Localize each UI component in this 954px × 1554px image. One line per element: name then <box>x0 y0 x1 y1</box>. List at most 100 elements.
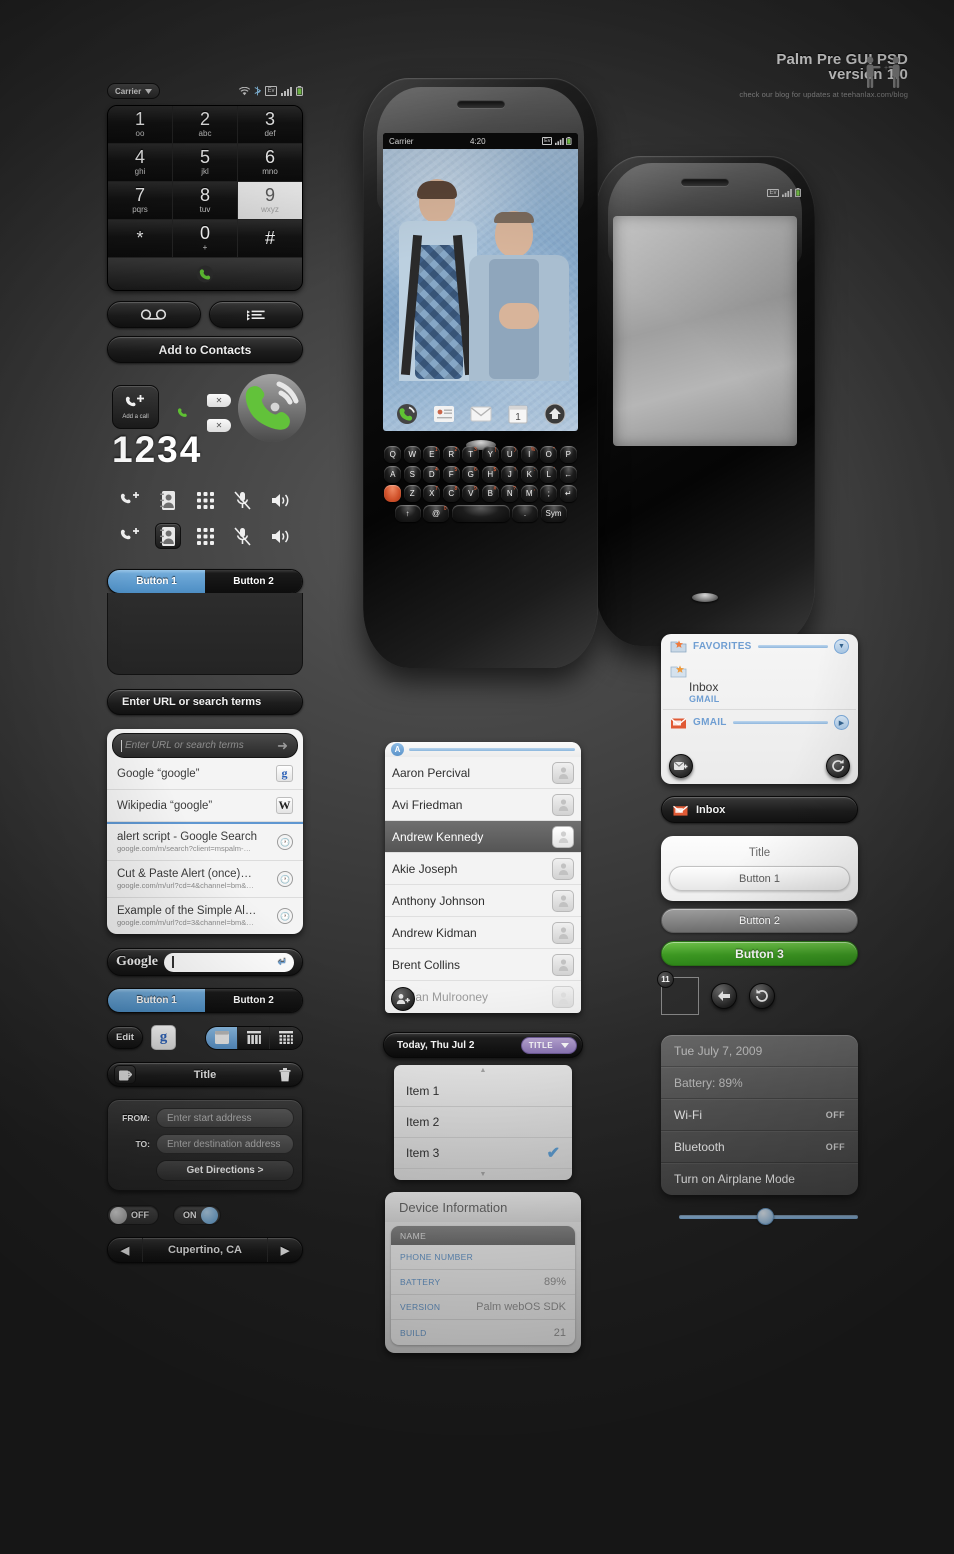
tab2-button-1[interactable]: Button 1 <box>108 989 205 1012</box>
device-info-row[interactable]: PHONE NUMBER <box>391 1245 575 1270</box>
prev-icon[interactable]: ◀ <box>108 1244 142 1257</box>
toggle-on[interactable]: ON <box>173 1205 221 1225</box>
dialpad-icon[interactable] <box>192 487 218 513</box>
scroll-up-icon[interactable]: ▲ <box>394 1065 572 1076</box>
panel-button-2[interactable]: Button 2 <box>661 908 858 933</box>
contact-row[interactable]: Andrew Kennedy <box>385 821 581 853</box>
key-A[interactable]: A <box>384 465 402 483</box>
single-view-icon[interactable] <box>206 1026 238 1049</box>
key-R[interactable]: R2 <box>442 446 460 463</box>
dialpad-key-3[interactable]: 3 def <box>238 106 302 144</box>
add-to-contacts-button[interactable]: Add to Contacts <box>107 336 303 363</box>
contact-row[interactable]: Brent Collins <box>385 949 581 981</box>
refresh-icon[interactable] <box>826 754 850 778</box>
key-J[interactable]: J! <box>501 465 519 483</box>
to-input[interactable]: Enter destination address <box>156 1134 294 1154</box>
hangup-tag-2[interactable]: ✕ <box>207 419 231 432</box>
key-space[interactable] <box>451 504 510 522</box>
key-P[interactable]: P <box>559 446 577 463</box>
tab-button-1[interactable]: Button 1 <box>108 570 205 593</box>
search-result-row[interactable]: Google “google” g <box>107 758 303 790</box>
dialpad-key-0[interactable]: 0 + <box>173 220 238 258</box>
add-call-icon[interactable] <box>117 487 143 513</box>
settings-row-bluetooth[interactable]: Bluetooth OFF <box>661 1131 858 1163</box>
get-directions-button[interactable]: Get Directions > <box>156 1160 294 1181</box>
dialpad-key-6[interactable]: 6 mno <box>238 144 302 182</box>
favorites-row[interactable]: FAVORITES ▼ <box>661 634 858 659</box>
key-orange-modifier[interactable] <box>384 485 402 502</box>
edit-button[interactable]: Edit <box>107 1026 143 1049</box>
key-W[interactable]: W <box>403 446 421 463</box>
contacts-icon[interactable] <box>433 403 455 425</box>
back-icon[interactable] <box>711 983 737 1009</box>
search-result-row[interactable]: Wikipedia “google” W <box>107 790 303 822</box>
contact-row[interactable]: Andrew Kidman <box>385 917 581 949</box>
key-period[interactable]: . <box>512 504 538 522</box>
search-result-row[interactable]: alert script - Google Search google.com/… <box>107 822 303 861</box>
list-item[interactable]: Item 3 ✔ <box>394 1138 572 1169</box>
key-U[interactable]: U) <box>501 446 519 463</box>
dialpad-call-bar[interactable] <box>108 258 302 290</box>
speakerphone-icon[interactable] <box>235 371 309 445</box>
dialpad-key-hash[interactable]: # <box>238 220 302 258</box>
key-F[interactable]: F5 <box>442 465 460 483</box>
contact-row[interactable]: Aaron Percival <box>385 757 581 789</box>
dialpad-key-star[interactable]: * <box>108 220 173 258</box>
settings-row-airplane[interactable]: Turn on Airplane Mode <box>661 1163 858 1195</box>
key-O[interactable]: O " <box>540 446 558 463</box>
compose-icon[interactable] <box>669 754 693 778</box>
chevron-down-icon[interactable]: ▼ <box>834 639 849 654</box>
gmail-row[interactable]: GMAIL ▶ <box>661 710 858 735</box>
calendar-icon[interactable]: 1 <box>507 403 529 425</box>
toggle-off[interactable]: OFF <box>107 1205 159 1225</box>
key-L[interactable]: L’ <box>540 465 558 483</box>
contacts-icon[interactable] <box>154 523 181 549</box>
dialpad-key-9[interactable]: 9 wxyz <box>238 182 302 220</box>
list-item[interactable]: Item 1 <box>394 1076 572 1107</box>
enter-icon[interactable]: ↵ <box>278 956 287 969</box>
key-Z[interactable]: Z <box>403 485 421 502</box>
google-badge-icon[interactable]: g <box>151 1025 176 1050</box>
contact-row[interactable]: Avi Friedman <box>385 789 581 821</box>
contact-row[interactable]: Akie Joseph <box>385 853 581 885</box>
dialpad-key-8[interactable]: 8 tuv <box>173 182 238 220</box>
key-enter[interactable]: ↵ <box>559 485 577 502</box>
search-result-row[interactable]: Cut & Paste Alert (once)… google.com/m/u… <box>107 861 303 898</box>
device-info-row[interactable]: BUILD 21 <box>391 1320 575 1345</box>
key-Q[interactable]: Q <box>384 446 402 463</box>
speaker-icon[interactable] <box>267 523 293 549</box>
chevron-right-icon[interactable]: ▶ <box>834 715 849 730</box>
key-N[interactable]: N? <box>501 485 519 502</box>
contacts-icon[interactable] <box>155 487 181 513</box>
column-view-icon[interactable] <box>238 1026 270 1049</box>
key-semicolon[interactable]: ; <box>540 485 558 502</box>
phone-icon[interactable] <box>396 403 418 425</box>
slider-knob[interactable] <box>757 1208 774 1225</box>
go-arrow-icon[interactable]: ➜ <box>277 738 288 754</box>
panel-button-3[interactable]: Button 3 <box>661 941 858 966</box>
physical-keyboard[interactable]: Q W E1 R2 T3 Y( U) I% O" P A S D4 F5 G6 <box>377 446 584 554</box>
key-backspace[interactable]: ← <box>559 465 577 483</box>
key-C[interactable]: C8 <box>442 485 460 502</box>
search-result-row[interactable]: Example of the Simple Al… google.com/m/u… <box>107 898 303 934</box>
key-I[interactable]: I% <box>520 446 538 463</box>
tab2-button-2[interactable]: Button 2 <box>205 989 302 1012</box>
key-X[interactable]: X7 <box>423 485 441 502</box>
dialpad-key-2[interactable]: 2 abc <box>173 106 238 144</box>
call-list-button[interactable] <box>209 301 303 328</box>
from-input[interactable]: Enter start address <box>156 1108 294 1128</box>
add-a-call-button[interactable]: Add a call <box>112 385 159 429</box>
add-contact-icon[interactable] <box>391 987 415 1011</box>
key-sym[interactable]: Sym <box>540 504 567 522</box>
key-K[interactable]: K: <box>520 465 538 483</box>
dialpad-key-1[interactable]: 1 oo <box>108 106 173 144</box>
reload-icon[interactable] <box>749 983 775 1009</box>
mute-icon[interactable] <box>230 523 256 549</box>
add-call-icon[interactable] <box>117 523 143 549</box>
device-screen[interactable]: Carrier 4:20 Ev 1 <box>383 133 578 431</box>
scroll-down-icon[interactable]: ▼ <box>394 1169 572 1180</box>
inbox-button[interactable]: Inbox <box>661 796 858 823</box>
settings-row-wifi[interactable]: Wi-Fi OFF <box>661 1099 858 1131</box>
launcher-icon[interactable] <box>544 403 566 425</box>
list-item[interactable]: Item 2 <box>394 1107 572 1138</box>
